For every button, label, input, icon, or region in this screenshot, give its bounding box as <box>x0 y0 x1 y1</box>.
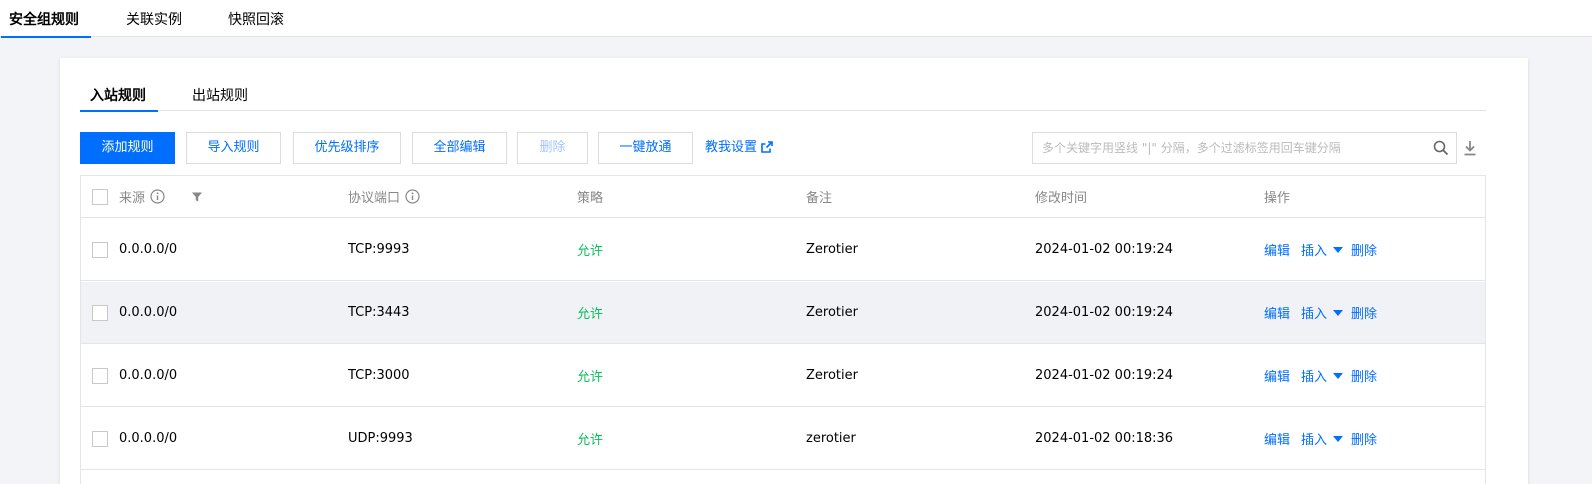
header-protocol-port: 协议端口 <box>348 176 420 217</box>
port-cell: TCP:3000 <box>348 368 410 383</box>
edit-link[interactable]: 编辑 <box>1264 429 1290 448</box>
download-icon[interactable] <box>1464 140 1476 156</box>
delete-link[interactable]: 删除 <box>1351 366 1377 385</box>
insert-label: 插入 <box>1301 244 1328 259</box>
table-row: 0.0.0.0/0 TCP:9993 允许 Zerotier 2024-01-0… <box>81 219 1485 281</box>
delete-button[interactable]: 删除 <box>517 132 588 164</box>
source-cell: 0.0.0.0/0 <box>119 305 178 320</box>
port-cell: TCP:9993 <box>348 242 410 257</box>
caret-down-icon <box>1333 310 1344 316</box>
help-link-label: 教我设置 <box>705 140 758 155</box>
modified-cell: 2024-01-02 00:19:24 <box>1035 305 1174 320</box>
header-source: 来源 <box>119 176 203 217</box>
delete-link[interactable]: 删除 <box>1351 240 1377 259</box>
header-actions: 操作 <box>1264 191 1291 206</box>
top-tab-bar: 安全组规则 关联实例 快照回滚 <box>0 0 1592 38</box>
add-rule-button[interactable]: 添加规则 <box>80 132 175 164</box>
modified-cell: 2024-01-02 00:19:24 <box>1035 242 1174 257</box>
caret-down-icon <box>1333 247 1344 253</box>
insert-label: 插入 <box>1301 307 1328 322</box>
tab-security-group-rules[interactable]: 安全组规则 <box>1 0 91 38</box>
delete-link[interactable]: 删除 <box>1351 303 1377 322</box>
info-icon[interactable] <box>150 189 165 204</box>
port-cell: UDP:9993 <box>348 431 413 446</box>
remark-cell: Zerotier <box>806 305 858 320</box>
info-icon[interactable] <box>405 189 420 204</box>
policy-cell: 允许 <box>577 370 604 385</box>
priority-sort-button[interactable]: 优先级排序 <box>293 132 401 164</box>
tab-associated-instances[interactable]: 关联实例 <box>126 0 182 37</box>
modified-cell: 2024-01-02 00:19:24 <box>1035 368 1174 383</box>
header-remark: 备注 <box>806 191 833 206</box>
edit-all-button[interactable]: 全部编辑 <box>412 132 507 164</box>
caret-down-icon <box>1333 436 1344 442</box>
source-cell: 0.0.0.0/0 <box>119 431 178 446</box>
edit-link[interactable]: 编辑 <box>1264 366 1290 385</box>
table-row: 0.0.0.0/0 TCP:3443 允许 Zerotier 2024-01-0… <box>81 282 1485 344</box>
search-input[interactable] <box>1033 133 1423 163</box>
table-header: 来源 协议端口 策略 备注 修改时间 操作 <box>81 176 1485 218</box>
remark-cell: Zerotier <box>806 242 858 257</box>
tab-outbound-rules[interactable]: 出站规则 <box>192 78 248 111</box>
modified-cell: 2024-01-02 00:18:36 <box>1035 431 1174 446</box>
port-cell: TCP:3443 <box>348 305 410 320</box>
actions-cell: 编辑 插入 删除 <box>1264 219 1377 280</box>
tab-inbound-rules[interactable]: 入站规则 <box>80 78 158 112</box>
edit-link[interactable]: 编辑 <box>1264 303 1290 322</box>
insert-dropdown[interactable]: 插入 <box>1301 240 1344 259</box>
external-link-icon <box>761 141 773 153</box>
filter-icon[interactable] <box>191 191 203 203</box>
actions-cell: 编辑 插入 删除 <box>1264 408 1377 469</box>
row-checkbox[interactable] <box>92 242 108 258</box>
header-source-label: 来源 <box>119 191 146 206</box>
help-link[interactable]: 教我设置 <box>705 132 773 164</box>
tab-snapshot-rollback[interactable]: 快照回滚 <box>228 0 284 37</box>
import-rules-button[interactable]: 导入规则 <box>186 132 281 164</box>
table-row: 0.0.0.0/0 TCP:3000 允许 Zerotier 2024-01-0… <box>81 345 1485 407</box>
row-checkbox[interactable] <box>92 431 108 447</box>
header-protocol-port-label: 协议端口 <box>348 191 401 206</box>
header-policy: 策略 <box>577 191 604 206</box>
remark-cell: Zerotier <box>806 368 858 383</box>
insert-label: 插入 <box>1301 433 1328 448</box>
row-checkbox[interactable] <box>92 368 108 384</box>
row-checkbox[interactable] <box>92 305 108 321</box>
search-box <box>1032 132 1457 164</box>
insert-label: 插入 <box>1301 370 1328 385</box>
caret-down-icon <box>1333 373 1344 379</box>
policy-cell: 允许 <box>577 433 604 448</box>
header-modified-time: 修改时间 <box>1035 191 1088 206</box>
direction-tabs: 入站规则 出站规则 <box>80 78 1486 112</box>
insert-dropdown[interactable]: 插入 <box>1301 366 1344 385</box>
open-all-button[interactable]: 一键放通 <box>598 132 693 164</box>
remark-cell: zerotier <box>806 431 856 446</box>
delete-link[interactable]: 删除 <box>1351 429 1377 448</box>
edit-link[interactable]: 编辑 <box>1264 240 1290 259</box>
policy-cell: 允许 <box>577 244 604 259</box>
table-row: 0.0.0.0/0 UDP:9993 允许 zerotier 2024-01-0… <box>81 408 1485 470</box>
search-icon[interactable] <box>1433 140 1449 156</box>
source-cell: 0.0.0.0/0 <box>119 368 178 383</box>
insert-dropdown[interactable]: 插入 <box>1301 429 1344 448</box>
rules-table: 来源 协议端口 策略 备注 修改时间 操作 0.0.0.0/0 TCP:9993… <box>80 175 1486 484</box>
actions-cell: 编辑 插入 删除 <box>1264 345 1377 406</box>
insert-dropdown[interactable]: 插入 <box>1301 303 1344 322</box>
actions-cell: 编辑 插入 删除 <box>1264 282 1377 343</box>
policy-cell: 允许 <box>577 307 604 322</box>
rules-card: 入站规则 出站规则 添加规则 导入规则 优先级排序 全部编辑 删除 一键放通 教… <box>60 58 1528 484</box>
source-cell: 0.0.0.0/0 <box>119 242 178 257</box>
select-all-checkbox[interactable] <box>92 189 108 205</box>
